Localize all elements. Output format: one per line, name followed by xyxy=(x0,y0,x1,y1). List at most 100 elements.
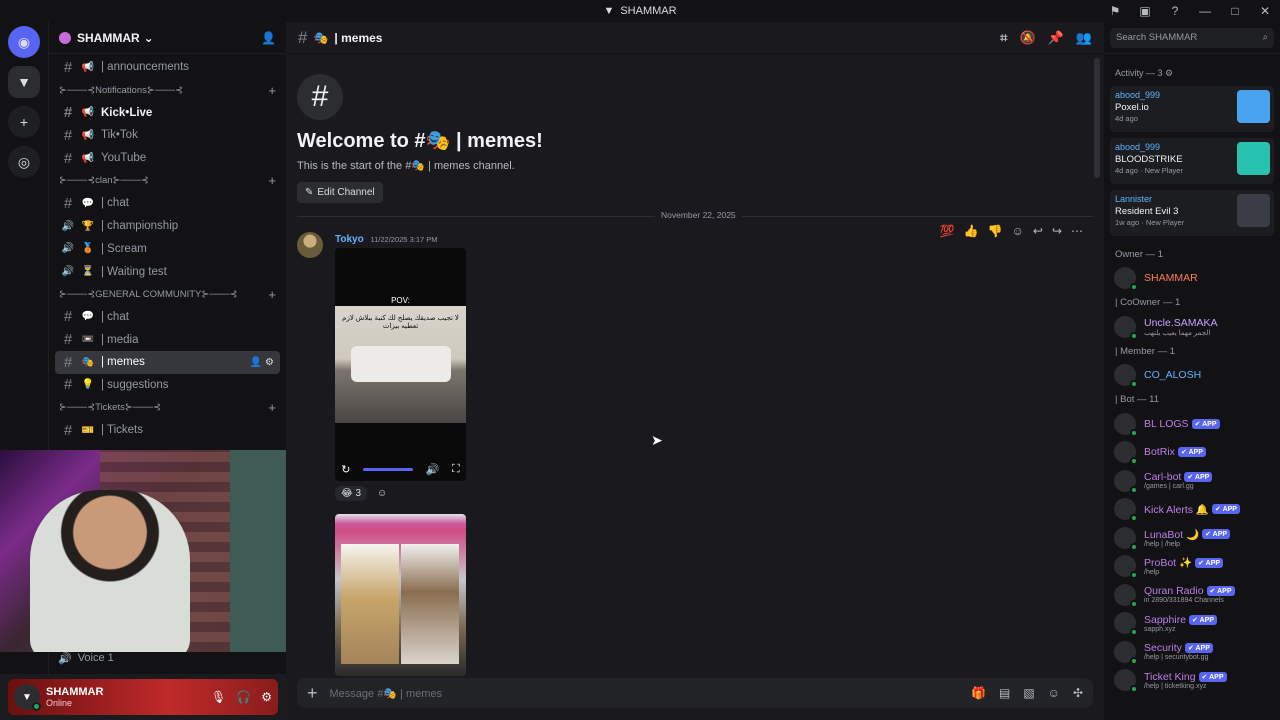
member-name: BL LOGS ✔ APP xyxy=(1144,418,1220,430)
member-name: Ticket King ✔ APP xyxy=(1144,671,1227,683)
channel-item[interactable]: # 🎫 | Tickets xyxy=(55,419,280,442)
channel-item[interactable]: 🔊 🥉 | Scream xyxy=(55,238,280,261)
member-item[interactable]: Uncle.SAMAKA الجمر مهما يعيب يلتهب xyxy=(1104,313,1280,342)
notification-bell-icon[interactable]: 🔕 xyxy=(1019,30,1035,46)
channel-category[interactable]: ⊱───⊰clan⊱───⊰ + xyxy=(55,169,280,192)
add-channel-icon[interactable]: + xyxy=(268,173,276,188)
headphones-icon[interactable]: 🎧 xyxy=(236,690,251,704)
welcome-subtitle: This is the start of the #🎭 | memes chan… xyxy=(297,160,515,172)
channel-item[interactable]: # 💡 | suggestions xyxy=(55,374,280,397)
channel-item[interactable]: # 📢 | announcements xyxy=(55,56,280,79)
hash-icon: # xyxy=(63,376,73,394)
maximize-button[interactable]: □ xyxy=(1220,0,1250,22)
member-name: Kick Alerts 🔔 ✔ APP xyxy=(1144,503,1240,516)
member-item[interactable]: LunaBot 🌙 ✔ APP/help | /help xyxy=(1104,524,1280,553)
discord-home-icon[interactable]: ◉ xyxy=(8,26,40,58)
avatar xyxy=(1114,669,1138,694)
sticker-icon[interactable]: ▧ xyxy=(1023,686,1034,700)
member-item[interactable]: Carl-bot ✔ APP/games | carl.gg xyxy=(1104,467,1280,496)
discover-icon[interactable]: ◎ xyxy=(8,146,40,178)
channel-settings-icon[interactable]: 👤 ⚙ xyxy=(250,357,274,368)
member-item[interactable]: ProBot ✨ ✔ APP/help xyxy=(1104,552,1280,581)
message-composer[interactable]: + Message #🎭 | memes 🎁 ▤ ▧ ☺ ✣ xyxy=(297,678,1093,708)
member-name: ProBot ✨ ✔ APP xyxy=(1144,556,1224,569)
channel-category[interactable]: ⊱───⊰Tickets⊱───⊰ + xyxy=(55,396,280,419)
composer-placeholder[interactable]: Message #🎭 | memes xyxy=(330,687,443,700)
attach-plus-icon[interactable]: + xyxy=(307,683,318,704)
member-item[interactable]: Security ✔ APP/help | securitybot.gg xyxy=(1104,638,1280,667)
server-header[interactable]: SHAMMAR ⌄ 👤 xyxy=(49,22,286,54)
apps-icon[interactable]: ✣ xyxy=(1073,686,1083,700)
online-dot xyxy=(1130,685,1138,694)
member-item[interactable]: BL LOGS ✔ APP xyxy=(1104,410,1280,439)
add-reaction-icon[interactable]: ☺ xyxy=(1012,224,1024,238)
channel-category[interactable]: ⊱───⊰GENERAL COMMUNITY⊱───⊰ + xyxy=(55,283,280,306)
search-input[interactable]: Search SHAMMAR ⌕ xyxy=(1110,27,1274,48)
scrollbar[interactable] xyxy=(1094,58,1100,178)
video-attachment[interactable]: POV: لا تجيب صديقك يصلح لك كنبة ببلاش لا… xyxy=(335,248,466,481)
add-server-icon[interactable]: + xyxy=(8,106,40,138)
reaction-laugh[interactable]: 😂 3 xyxy=(335,486,368,501)
settings-gear-icon[interactable]: ⚙ xyxy=(261,690,272,704)
channel-item[interactable]: # 📢 YouTube xyxy=(55,147,280,170)
fullscreen-icon[interactable]: ⛶ xyxy=(452,463,460,476)
avatar[interactable]: ▼ xyxy=(14,684,41,711)
activity-card[interactable]: abood_999 BLOODSTRIKE 4d ago · New Player xyxy=(1110,138,1274,184)
activity-card[interactable]: Lannister Resident Evil 3 1w ago · New Pla… xyxy=(1110,190,1274,236)
threads-icon[interactable]: ⌗ xyxy=(1000,30,1007,46)
minimize-button[interactable]: — xyxy=(1190,0,1220,22)
channel-item[interactable]: 🔊 🏆 | championship xyxy=(55,215,280,238)
reply-icon[interactable]: ↩ xyxy=(1033,224,1043,238)
member-item[interactable]: Sapphire ✔ APP sapph.xyz xyxy=(1104,609,1280,638)
add-member-icon[interactable]: 👤 xyxy=(261,31,276,45)
forward-icon[interactable]: ↪ xyxy=(1052,224,1062,238)
microphone-icon[interactable]: 🎙 xyxy=(211,690,226,704)
gift-icon[interactable]: 🎁 xyxy=(971,686,986,700)
edit-channel-button[interactable]: ✎ Edit Channel xyxy=(297,182,383,203)
member-item[interactable]: BotRix ✔ APP xyxy=(1104,438,1280,467)
chevron-down-icon: ⌄ xyxy=(143,30,154,45)
message-author[interactable]: Tokyo xyxy=(335,234,364,245)
member-item[interactable]: Ticket King ✔ APP/help | ticketking.xyz xyxy=(1104,666,1280,695)
server-shammar-icon[interactable]: ▼ xyxy=(8,66,40,98)
channel-category[interactable]: ⊱───⊰Notifications⊱───⊰ + xyxy=(55,79,280,102)
emoji-icon[interactable]: ☺ xyxy=(1048,686,1060,700)
thumbs-down-icon[interactable]: 👎 xyxy=(988,224,1003,238)
gif-icon[interactable]: ▤ xyxy=(999,686,1010,700)
channel-item[interactable]: # 📢 Tik•Tok xyxy=(55,124,280,147)
member-status: /games | carl.gg xyxy=(1144,483,1194,491)
replay-icon[interactable]: ↻ xyxy=(341,463,350,476)
user-card[interactable]: ▼ SHAMMAR Online 🎙 🎧 ⚙ xyxy=(8,679,278,715)
member-item[interactable]: Kick Alerts 🔔 ✔ APP xyxy=(1104,495,1280,524)
add-reaction-icon[interactable]: ☺ xyxy=(377,488,387,499)
screen-icon[interactable]: ▣ xyxy=(1130,0,1160,22)
member-list-icon[interactable]: 👥 xyxy=(1076,30,1092,46)
member-item[interactable]: CO_ALOSH xyxy=(1104,361,1280,390)
member-item[interactable]: Quran Radio ✔ APP in 2890/331894 Channels xyxy=(1104,581,1280,610)
channel-item[interactable]: # 🎭 | memes 👤 ⚙ xyxy=(55,350,280,374)
help-icon[interactable]: ? xyxy=(1160,0,1190,22)
thumbs-up-icon[interactable]: 👍 xyxy=(964,224,979,238)
avatar xyxy=(1114,612,1138,637)
channel-emoji: 📢 xyxy=(81,129,95,141)
channel-item[interactable]: # 📼 | media xyxy=(55,328,280,351)
activity-card[interactable]: abood_999 Poxel.io 4d ago xyxy=(1110,86,1274,132)
channel-item[interactable]: # 💬 | chat xyxy=(55,306,280,329)
add-channel-icon[interactable]: + xyxy=(268,83,276,98)
channel-item[interactable]: 🔊 ⏳ | Waiting test xyxy=(55,260,280,283)
channel-label: | Waiting test xyxy=(101,265,167,278)
close-button[interactable]: ✕ xyxy=(1250,0,1280,22)
member-item[interactable]: SHAMMAR xyxy=(1104,264,1280,293)
volume-icon[interactable]: 🔊 xyxy=(426,463,440,476)
pin-icon[interactable]: 📌 xyxy=(1048,30,1064,46)
channel-item[interactable]: # 📢 Kick•Live xyxy=(55,101,280,124)
add-channel-icon[interactable]: + xyxy=(268,287,276,302)
inbox-icon[interactable]: ⚑ xyxy=(1100,0,1130,22)
message-avatar[interactable] xyxy=(297,232,323,258)
reaction-100-icon[interactable]: 💯 xyxy=(940,224,955,238)
more-icon[interactable]: ⋯ xyxy=(1071,224,1083,238)
add-channel-icon[interactable]: + xyxy=(268,400,276,415)
progress-bar[interactable] xyxy=(363,467,414,471)
channel-item[interactable]: # 💬 | chat xyxy=(55,192,280,215)
video-attachment-2[interactable] xyxy=(335,514,466,676)
